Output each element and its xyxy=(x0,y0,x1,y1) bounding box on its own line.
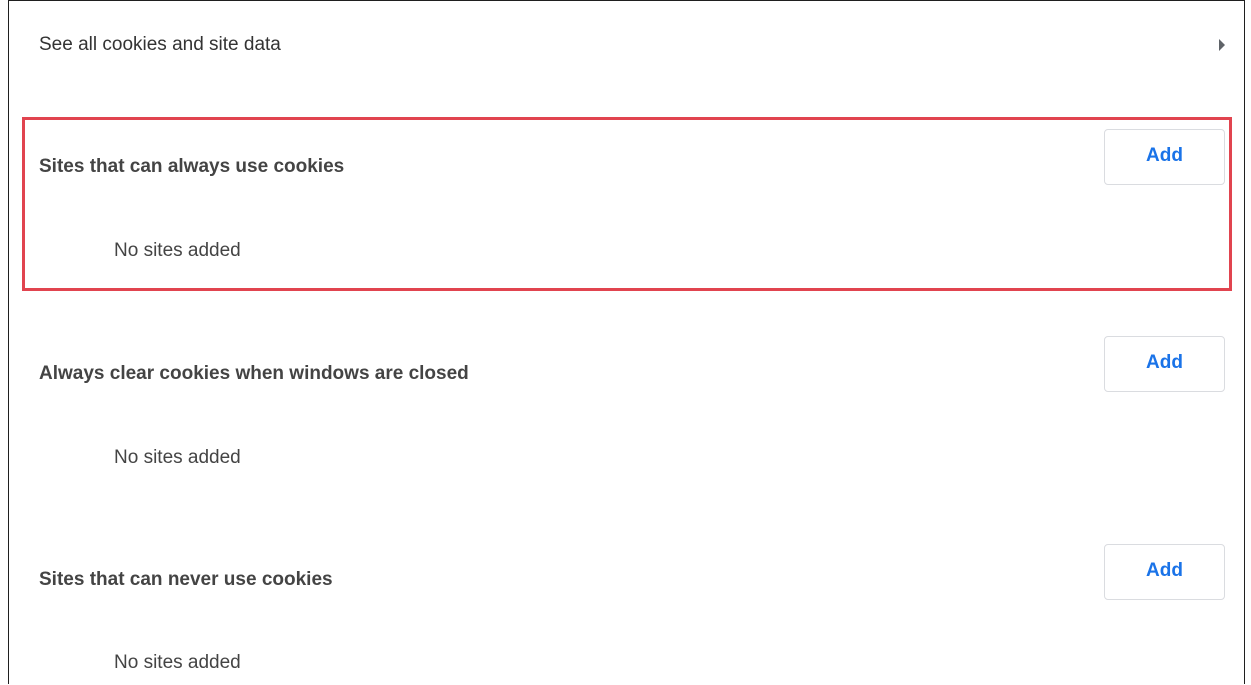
arrow-right-icon xyxy=(1219,39,1225,51)
section-never-allow: Sites that can never use cookies Add No … xyxy=(39,544,1225,685)
add-always-allow-button[interactable]: Add xyxy=(1104,129,1225,185)
section-always-allow: Sites that can always use cookies Add No… xyxy=(39,129,1225,279)
empty-list-text: No sites added xyxy=(114,652,241,673)
see-all-cookies-label: See all cookies and site data xyxy=(39,34,281,55)
section-clear-on-exit: Always clear cookies when windows are cl… xyxy=(39,336,1225,486)
section-title: Sites that can always use cookies xyxy=(39,156,345,177)
add-clear-on-exit-button[interactable]: Add xyxy=(1104,336,1225,392)
section-title: Sites that can never use cookies xyxy=(39,569,333,590)
settings-panel: See all cookies and site data Sites that… xyxy=(8,0,1245,684)
empty-list-text: No sites added xyxy=(114,447,241,468)
see-all-cookies-link[interactable]: See all cookies and site data xyxy=(39,1,1225,91)
empty-list-text: No sites added xyxy=(114,240,241,261)
section-title: Always clear cookies when windows are cl… xyxy=(39,363,469,384)
add-never-allow-button[interactable]: Add xyxy=(1104,544,1225,600)
